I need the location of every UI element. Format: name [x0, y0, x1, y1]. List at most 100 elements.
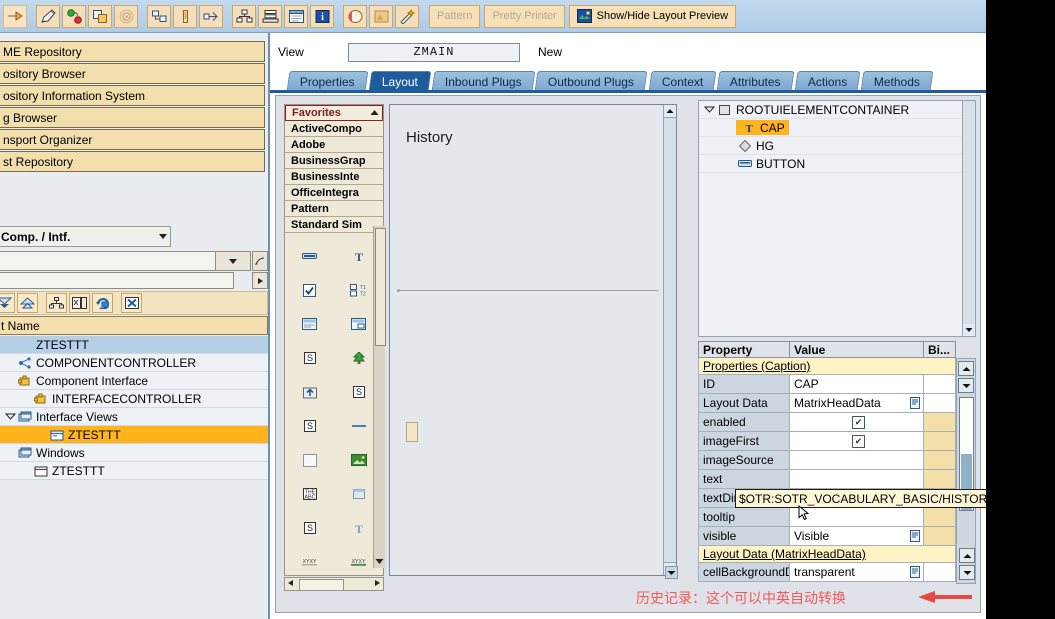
sidebar-nav-5[interactable]: st Repository: [0, 151, 265, 172]
sidebar-tree-item-ztesttt[interactable]: ZTESTTT: [0, 426, 268, 444]
chevron-up-icon[interactable]: [370, 107, 379, 119]
sidebar-tree-item-ztesttt[interactable]: ZTESTTT: [0, 462, 268, 480]
sidebar-nav-2[interactable]: ository Information System: [0, 85, 265, 106]
object-filter-input[interactable]: [0, 272, 234, 289]
canvas-collapse-button[interactable]: [665, 566, 678, 579]
property-row-enabled[interactable]: enabled ✔: [698, 413, 976, 432]
palette-hscrollbar[interactable]: [284, 577, 384, 591]
checkbox-checked-icon[interactable]: ✔: [852, 415, 865, 429]
element-tree-scrollbar[interactable]: [962, 101, 975, 336]
property-section-header[interactable]: Properties (Caption): [698, 358, 956, 375]
property-row-tooltip[interactable]: tooltip: [698, 508, 976, 527]
palette-scroll-left-icon[interactable]: [285, 578, 294, 590]
palette-scrollbar[interactable]: [373, 226, 386, 568]
palette-group-favorites[interactable]: Favorites: [285, 105, 383, 121]
tree-twisty-icon[interactable]: [702, 104, 716, 115]
property-value-cell[interactable]: ✔: [790, 432, 924, 451]
property-row-visible[interactable]: visible Visible: [698, 527, 976, 546]
checkbox-group-icon[interactable]: T1 T2: [350, 283, 367, 298]
tab-methods[interactable]: Methods: [860, 71, 934, 91]
show-hide-layout-preview-button[interactable]: Show/Hide Layout Preview: [568, 4, 737, 28]
tab-outbound-plugs[interactable]: Outbound Plugs: [535, 71, 648, 91]
value-help-icon[interactable]: [909, 529, 921, 543]
tab-actions[interactable]: Actions: [794, 71, 861, 91]
ui-element-palette[interactable]: Favorites ActiveCompo Adobe BusinessGrap Bus…: [284, 104, 384, 576]
palette-scroll-right-icon[interactable]: [374, 578, 383, 590]
palette-group-officeintegra[interactable]: OfficeIntegra: [285, 185, 383, 201]
preview-button-element[interactable]: [406, 422, 418, 442]
property-table[interactable]: Property Value Bi... Properties (Caption…: [698, 341, 976, 584]
value-help-icon[interactable]: [909, 396, 921, 410]
wand-icon[interactable]: [395, 4, 419, 28]
back-arrow-icon[interactable]: [3, 4, 27, 28]
layout-preview-canvas[interactable]: History: [389, 104, 677, 576]
text-property-value-input[interactable]: $OTR:SOTR_VOCABULARY_BASIC/HISTORY: [735, 489, 986, 508]
property-row-text[interactable]: text: [698, 470, 976, 489]
string-box3-icon[interactable]: S: [301, 521, 318, 536]
property-value-cell[interactable]: Visible: [790, 527, 924, 546]
property-value-cell[interactable]: [790, 508, 924, 527]
palette-scroll-down-icon[interactable]: [374, 555, 385, 568]
button-icon[interactable]: [301, 249, 318, 264]
property-scrollbar[interactable]: [956, 358, 976, 584]
file-upload-icon[interactable]: [301, 385, 318, 400]
property-row-imagesource[interactable]: imageSource: [698, 451, 976, 470]
element-tree-item-rootuielementcontainer[interactable]: ROOTUIELEMENTCONTAINER: [699, 101, 975, 119]
column-icon[interactable]: [173, 4, 197, 28]
palette-group-adobe[interactable]: Adobe: [285, 137, 383, 153]
editor-tabs[interactable]: Properties Layout Inbound Plugs Outbound Pl…: [270, 69, 986, 91]
sidebar-nav-0[interactable]: ME Repository: [0, 41, 265, 62]
tray-icon[interactable]: [350, 487, 367, 502]
checkbox-checked-icon[interactable]: ✔: [852, 434, 865, 448]
object-name-input[interactable]: STTT: [0, 251, 234, 271]
copy-object-icon[interactable]: [88, 4, 112, 28]
palette-group-businessinte[interactable]: BusinessInte: [285, 169, 383, 185]
input-field-label-icon[interactable]: [350, 317, 367, 332]
image-icon[interactable]: [350, 453, 367, 468]
text-view-icon[interactable]: T: [350, 249, 367, 264]
tab-inbound-plugs[interactable]: Inbound Plugs: [431, 71, 535, 91]
separator-icon[interactable]: [350, 419, 367, 434]
tools-icon[interactable]: [369, 4, 393, 28]
xyxy-icon[interactable]: XYXY: [301, 555, 318, 570]
checkbox-icon[interactable]: [301, 283, 318, 298]
palette-group-businessgrap[interactable]: BusinessGrap: [285, 153, 383, 169]
pretty-printer-button[interactable]: Pretty Printer: [484, 4, 565, 28]
tree-icon[interactable]: [350, 351, 367, 366]
element-tree-item-hg[interactable]: HG: [699, 137, 975, 155]
tab-properties[interactable]: Properties: [286, 71, 369, 91]
document-icon[interactable]: [284, 4, 308, 28]
property-binding-cell[interactable]: [924, 432, 956, 451]
collapse-all-icon[interactable]: [17, 293, 38, 313]
property-value-cell[interactable]: MatrixHeadData: [790, 394, 924, 413]
tab-layout[interactable]: Layout: [368, 71, 432, 91]
property-binding-cell[interactable]: [924, 394, 956, 413]
element-tree-item-cap[interactable]: T CAP: [699, 119, 975, 137]
sidebar-tree-item-interfacecontroller[interactable]: INTERFACECONTROLLER: [0, 390, 268, 408]
palette-icon[interactable]: [343, 4, 367, 28]
property-row-cellbackgroundd[interactable]: cellBackgroundD transparent: [698, 563, 976, 582]
palette-hscroll-thumb[interactable]: [299, 579, 344, 591]
pencil-edit-icon[interactable]: [36, 4, 60, 28]
value-help-icon[interactable]: [909, 565, 921, 579]
ui-element-hierarchy[interactable]: ROOTUIELEMENTCONTAINER T CAP HG BUTTON: [698, 100, 976, 337]
stack-icon[interactable]: [258, 4, 282, 28]
property-binding-cell[interactable]: [924, 470, 956, 489]
canvas-vertical-scrollbar[interactable]: [663, 105, 676, 575]
property-value-cell[interactable]: [790, 470, 924, 489]
object-type-dropdown[interactable]: o Dynpro Comp. / Intf.: [0, 226, 171, 247]
pattern-button[interactable]: Pattern: [429, 4, 481, 28]
string-box2-icon[interactable]: S: [301, 419, 318, 434]
where-used-icon[interactable]: [199, 4, 223, 28]
abc-label-icon[interactable]: THE ABC: [301, 487, 318, 502]
property-scroll-down-icon[interactable]: [958, 378, 974, 393]
sidebar-nav-4[interactable]: nsport Organizer: [0, 129, 265, 150]
property-section-header[interactable]: Layout Data (MatrixHeadData): [698, 546, 956, 563]
property-row-imagefirst[interactable]: imageFirst ✔: [698, 432, 976, 451]
close-icon[interactable]: [121, 293, 142, 313]
new-object-icon[interactable]: [69, 293, 90, 313]
expand-all-icon[interactable]: [0, 293, 15, 313]
tab-context[interactable]: Context: [648, 71, 717, 91]
element-tree-scroll-down-icon[interactable]: [963, 324, 975, 336]
sidebar-tree-item-componentcontroller[interactable]: COMPONENTCONTROLLER: [0, 354, 268, 372]
